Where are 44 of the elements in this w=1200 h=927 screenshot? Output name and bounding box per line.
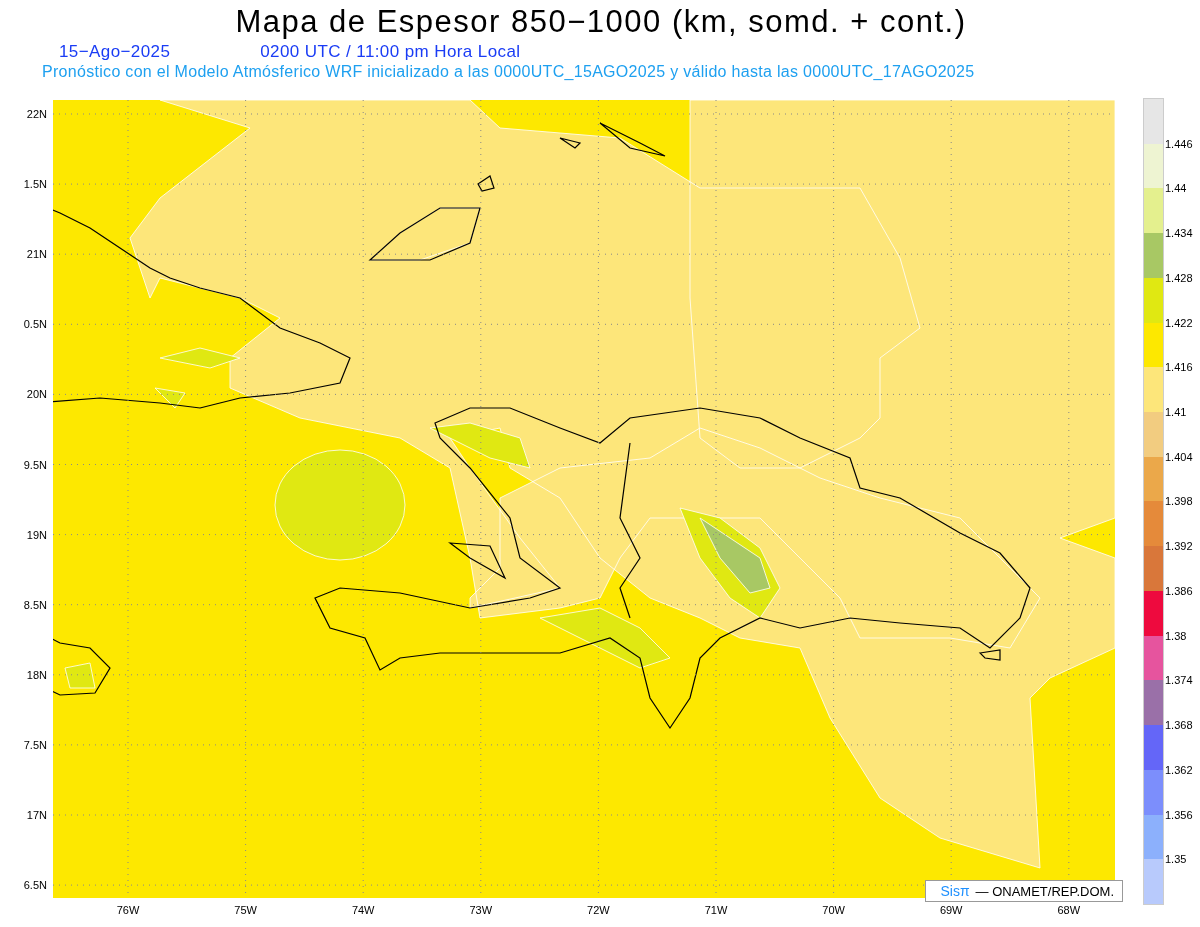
colorbar-label: 1.386 <box>1165 584 1193 597</box>
forecast-time: 0200 UTC / 11:00 pm Hora Local <box>260 42 521 62</box>
latitude-label: 1.5N <box>23 178 47 191</box>
latitude-label: 0.5N <box>23 318 47 331</box>
longitude-label: 76W <box>116 904 140 916</box>
colorbar-label: 1.446 <box>1165 137 1193 150</box>
colorbar-label: 1.422 <box>1165 316 1193 329</box>
colorbar-label: 1.356 <box>1165 808 1193 821</box>
latitude-label: 22N <box>26 108 47 120</box>
colorbar-label: 1.434 <box>1165 227 1193 240</box>
colorbar-label: 1.41 <box>1165 406 1187 419</box>
colorbar-label: 1.362 <box>1165 763 1193 776</box>
longitude-label: 68W <box>1057 904 1081 916</box>
credit-text: — ONAMET/REP.DOM. <box>975 883 1114 899</box>
colorbar-label: 1.368 <box>1165 719 1193 732</box>
colorbar-label: 1.404 <box>1165 450 1193 463</box>
latitude-label: 7.5N <box>23 738 47 751</box>
map-title: Mapa de Espesor 850−1000 (km, somd. + cont.) <box>235 4 967 40</box>
colorbar-label: 1.416 <box>1165 361 1193 374</box>
longitude-label: 72W <box>587 904 610 916</box>
latitude-label: 18N <box>26 668 47 681</box>
latitude-label: 6.5N <box>23 879 47 892</box>
brand-logo-text: Sisπ <box>940 883 970 899</box>
latitude-label: 19N <box>26 528 47 541</box>
latitude-label: 8.5N <box>23 598 47 611</box>
longitude-label: 69W <box>939 904 963 916</box>
longitude-label: 75W <box>234 904 257 916</box>
longitude-label: 70W <box>822 904 845 916</box>
colorbar-label: 1.398 <box>1165 495 1193 508</box>
colorbar-label: 1.374 <box>1165 674 1193 687</box>
colorbar-label: 1.392 <box>1165 540 1193 553</box>
colorbar-label: 1.35 <box>1165 853 1187 866</box>
longitude-label: 73W <box>469 904 493 916</box>
forecast-note: Pronóstico con el Modelo Atmósferico WRF inicializado a las 0000UTC_15AGO2025 y válido hasta las 0000UTC_17AGO2025 <box>42 63 976 81</box>
latitude-label: 17N <box>26 809 47 821</box>
latitude-label: 9.5N <box>23 458 47 471</box>
colorbar-label: 1.38 <box>1165 629 1187 642</box>
colorbar-label: 1.428 <box>1165 271 1193 284</box>
longitude-label: 71W <box>704 904 728 916</box>
latitude-label: 20N <box>26 388 47 401</box>
colorbar-label: 1.44 <box>1165 182 1187 195</box>
longitude-label: 74W <box>351 904 375 916</box>
latitude-label: 21N <box>26 248 47 261</box>
forecast-date: 15−Ago−2025 <box>59 42 171 62</box>
